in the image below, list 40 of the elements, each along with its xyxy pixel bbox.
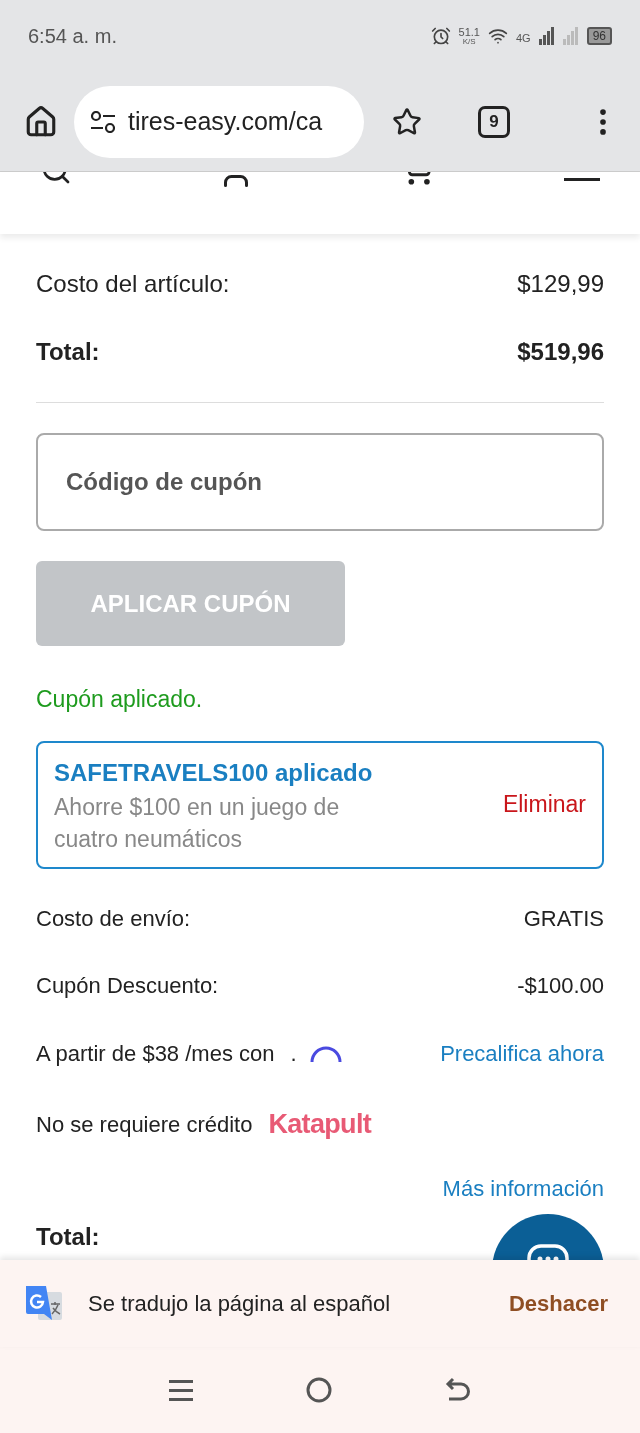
signal-icon [538,27,555,45]
coupon-description: Ahorre $100 en un juego de cuatro neumáticos [54,792,341,854]
separator-dot: . [290,1040,297,1068]
summary-value: $129,99 [517,269,604,299]
charge-value: GRATIS [523,904,604,933]
more-info-link[interactable]: Más información [442,1172,604,1205]
charge-label: Cupón Descuento: [36,971,219,1000]
url-bar[interactable]: tires-easy.com/ca [74,85,364,158]
battery-indicator: 96 [586,27,612,45]
charge-label: Costo de envío: [36,904,191,933]
back-icon[interactable] [445,1377,472,1403]
speed-value: 51.1 [458,26,480,38]
alarm-icon [430,26,451,46]
home-button-icon[interactable] [306,1377,332,1403]
recent-apps-icon[interactable] [168,1378,193,1402]
charge-value: -$100.00 [517,971,604,1000]
clock-time: 6:54 a. m. [28,24,117,49]
bookmark-icon[interactable] [392,106,422,137]
coupon-code-title: SAFETRAVELS100 aplicado [54,757,374,788]
summary-value: $519,96 [517,337,604,367]
site-settings-icon[interactable] [90,110,116,133]
signal-weak-icon [562,27,579,45]
undo-translation-button[interactable]: Deshacer [508,1287,608,1320]
coupon-applied-message: Cupón aplicado. [36,685,204,714]
coupon-code-field[interactable]: Código de cupón [36,433,604,531]
url-text: tires-easy.com/ca [128,105,323,137]
translate-message: Se tradujo la página al español [88,1290,391,1318]
brand-logo: Katapult [268,1108,372,1142]
home-icon[interactable] [24,104,58,139]
no-credit-text: No se requiere crédito [36,1111,253,1139]
network-type: 4G [515,30,531,46]
summary-label: Costo del artículo: [36,269,230,299]
wifi-icon [487,26,508,46]
total-label: Total: [36,1221,100,1252]
prequalify-link[interactable]: Precalifica ahora [440,1037,604,1070]
speed-unit: K/S [462,37,476,46]
summary-label: Total: [36,337,100,367]
remove-coupon-link[interactable]: Eliminar [502,787,586,822]
tab-count-button[interactable]: 9 [478,105,510,138]
financing-text: A partir de $38 /mes con [36,1040,275,1068]
